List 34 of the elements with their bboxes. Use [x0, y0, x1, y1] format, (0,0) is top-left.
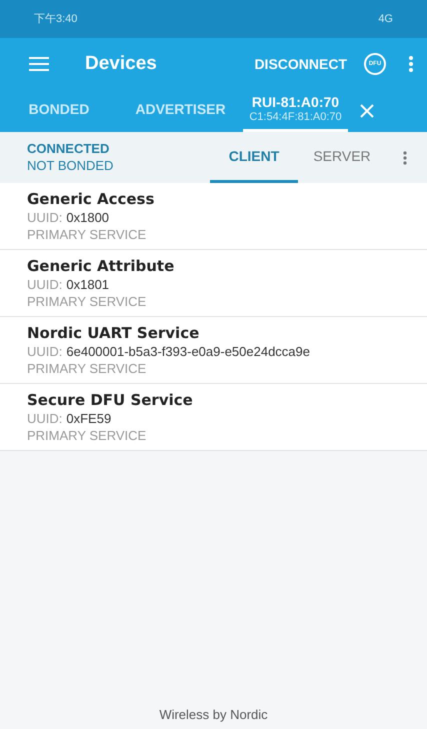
service-type: PRIMARY SERVICE	[27, 293, 148, 310]
uuid-label: UUID:	[27, 276, 62, 293]
service-type: PRIMARY SERVICE	[27, 226, 148, 243]
tab[interactable]: BONDED	[0, 90, 118, 132]
network-indicator: 4G	[378, 12, 393, 27]
close-icon[interactable]	[360, 104, 374, 118]
status-time: 下午3:40	[34, 12, 78, 27]
bond-state: NOT BONDED	[27, 158, 114, 174]
connection-state: CONNECTED	[27, 141, 110, 158]
more-icon[interactable]	[409, 56, 413, 72]
service-item[interactable]: Generic Attribute UUID: 0x1801 PRIMARY SERVICE	[0, 250, 427, 317]
toolbar-title: Devices	[85, 52, 157, 76]
menu-icon[interactable]	[29, 57, 49, 71]
more-icon[interactable]	[403, 150, 407, 164]
tab[interactable]: ADVERTISER	[118, 90, 243, 132]
service-item[interactable]: Generic Access UUID: 0x1800 PRIMARY SERVICE	[0, 183, 427, 250]
uuid-value: 0x1801	[66, 276, 110, 293]
uuid-value: 6e400001-b5a3-f393-e0a9-e50e24dcca9e	[66, 343, 310, 360]
service-type: PRIMARY SERVICE	[27, 427, 148, 444]
service-type: PRIMARY SERVICE	[27, 360, 148, 377]
uuid-value: 0xFE59	[66, 410, 112, 427]
service-item[interactable]: Nordic UART Service UUID: 6e400001-b5a3-f393-e0a9-e50e24dcca9e PRIMARY SERVICE	[0, 317, 427, 384]
uuid-label: UUID:	[27, 343, 62, 360]
service-item[interactable]: Secure DFU Service UUID: 0xFE59 PRIMARY SERVICE	[0, 384, 427, 451]
service-name: Generic Access	[27, 189, 156, 209]
uuid-value: 0x1800	[66, 209, 110, 226]
service-name: Secure DFU Service	[27, 390, 194, 410]
service-name: Nordic UART Service	[27, 323, 200, 343]
uuid-label: UUID:	[27, 410, 62, 427]
disconnect-button[interactable]: DISCONNECT	[254, 54, 347, 74]
footer-text: Wireless by Nordic	[159, 706, 268, 724]
tab[interactable]: SERVER	[298, 132, 386, 183]
service-name: Generic Attribute	[27, 256, 176, 276]
uuid-label: UUID:	[27, 209, 62, 226]
